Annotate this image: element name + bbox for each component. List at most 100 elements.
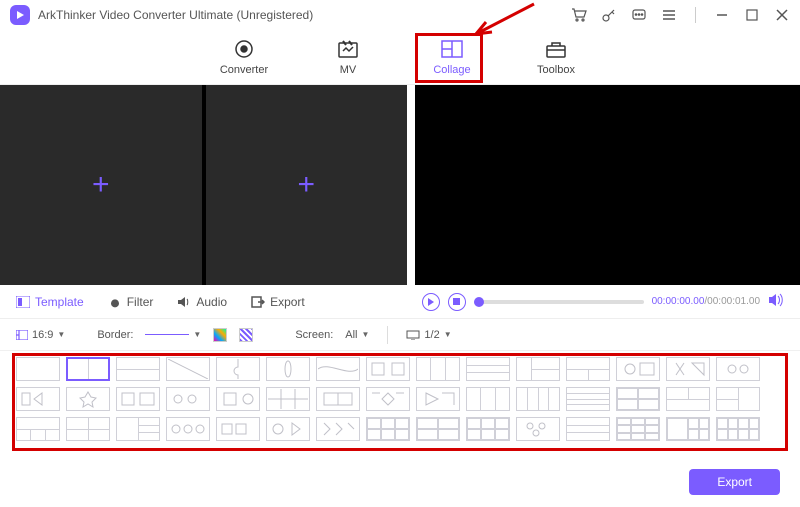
border-select[interactable]: ▼ [145, 330, 201, 339]
template-item[interactable] [16, 417, 60, 441]
options-bar: 16:9 ▼ Border: ▼ Screen: All ▼ 1/2 ▼ [0, 319, 800, 351]
template-item[interactable] [66, 357, 110, 381]
template-item[interactable] [716, 417, 760, 441]
footer: Export [689, 469, 780, 495]
template-item[interactable] [716, 357, 760, 381]
template-item[interactable] [316, 387, 360, 411]
template-item[interactable] [416, 417, 460, 441]
template-item[interactable] [616, 387, 660, 411]
template-item[interactable] [266, 417, 310, 441]
tab-collage[interactable]: Collage [420, 34, 484, 80]
template-item[interactable] [366, 387, 410, 411]
screen-select[interactable]: All ▼ [345, 329, 369, 341]
template-item[interactable] [66, 387, 110, 411]
template-item[interactable] [116, 357, 160, 381]
template-item[interactable] [516, 387, 560, 411]
ratio-icon [16, 330, 28, 340]
subtab-filter-label: Filter [127, 295, 154, 309]
pane-divider [407, 85, 415, 285]
border-pattern-toggle[interactable] [239, 328, 253, 342]
subtab-template[interactable]: Template [16, 295, 84, 309]
key-icon[interactable] [601, 7, 617, 23]
tab-converter[interactable]: Converter [212, 34, 276, 80]
template-item[interactable] [166, 417, 210, 441]
sub-tabs: Template Filter Audio Export 00:00:00.00… [0, 285, 800, 319]
template-item[interactable] [216, 417, 260, 441]
tab-toolbox[interactable]: Toolbox [524, 34, 588, 80]
add-icon: + [297, 168, 315, 202]
subtab-template-label: Template [35, 295, 84, 309]
template-item[interactable] [616, 357, 660, 381]
ratio-value: 16:9 [32, 329, 53, 341]
template-item[interactable] [266, 357, 310, 381]
playback-slider[interactable] [474, 300, 644, 304]
subtab-export-label: Export [270, 295, 305, 309]
template-item[interactable] [316, 417, 360, 441]
volume-icon[interactable] [768, 293, 784, 310]
view-value: 1/2 [424, 329, 439, 341]
template-item[interactable] [216, 387, 260, 411]
chevron-down-icon: ▼ [57, 330, 65, 339]
tab-mv[interactable]: MV [316, 34, 380, 80]
template-item[interactable] [466, 417, 510, 441]
chevron-down-icon: ▼ [193, 330, 201, 339]
template-item[interactable] [566, 357, 610, 381]
template-item[interactable] [266, 387, 310, 411]
minimize-icon[interactable] [714, 7, 730, 23]
template-item[interactable] [666, 357, 710, 381]
template-item[interactable] [416, 387, 460, 411]
audio-icon [177, 295, 191, 309]
cart-icon[interactable] [571, 7, 587, 23]
close-icon[interactable] [774, 7, 790, 23]
template-item[interactable] [566, 417, 610, 441]
template-item[interactable] [166, 387, 210, 411]
tab-mv-label: MV [340, 64, 357, 76]
template-item[interactable] [366, 357, 410, 381]
ratio-select[interactable]: 16:9 ▼ [16, 329, 65, 341]
template-item[interactable] [116, 387, 160, 411]
template-item[interactable] [566, 387, 610, 411]
border-color-picker[interactable] [213, 328, 227, 342]
template-item[interactable] [466, 387, 510, 411]
template-item[interactable] [216, 357, 260, 381]
add-icon: + [92, 168, 110, 202]
template-item[interactable] [366, 417, 410, 441]
template-item[interactable] [616, 417, 660, 441]
collage-slot-2[interactable]: + [206, 85, 408, 285]
template-item[interactable] [516, 417, 560, 441]
template-item[interactable] [416, 357, 460, 381]
maximize-icon[interactable] [744, 7, 760, 23]
template-item[interactable] [716, 387, 760, 411]
subtab-audio[interactable]: Audio [177, 295, 227, 309]
subtab-filter[interactable]: Filter [108, 295, 154, 309]
template-item[interactable] [316, 357, 360, 381]
template-item[interactable] [516, 357, 560, 381]
template-item[interactable] [116, 417, 160, 441]
toolbox-icon [545, 38, 567, 60]
mv-icon [337, 38, 359, 60]
preview-right [609, 85, 800, 285]
template-item[interactable] [666, 417, 710, 441]
menu-icon[interactable] [661, 7, 677, 23]
workarea: + + [0, 85, 800, 285]
screen-label: Screen: [295, 329, 333, 341]
playback-time: 00:00:00.00/00:00:01.00 [652, 296, 760, 307]
export-button[interactable]: Export [689, 469, 780, 495]
template-item[interactable] [166, 357, 210, 381]
message-icon[interactable] [631, 7, 647, 23]
subtab-export[interactable]: Export [251, 295, 305, 309]
app-title: ArkThinker Video Converter Ultimate (Unr… [38, 8, 313, 22]
main-tabs: Converter MV Collage Toolbox [0, 30, 800, 85]
border-label: Border: [97, 329, 133, 341]
template-item[interactable] [16, 357, 60, 381]
collage-slot-1[interactable]: + [0, 85, 202, 285]
play-button[interactable] [422, 293, 440, 311]
template-item[interactable] [466, 357, 510, 381]
view-select[interactable]: 1/2 ▼ [406, 329, 451, 341]
template-item[interactable] [66, 417, 110, 441]
chevron-down-icon: ▼ [444, 330, 452, 339]
template-item[interactable] [16, 387, 60, 411]
template-icon [16, 295, 30, 309]
stop-button[interactable] [448, 293, 466, 311]
template-item[interactable] [666, 387, 710, 411]
